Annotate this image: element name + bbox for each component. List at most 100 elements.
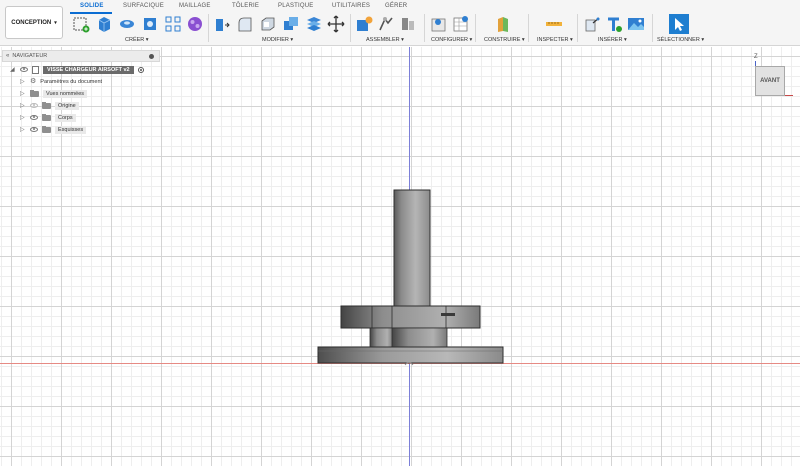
tree-item-vues-nommees[interactable]: ▷ Vues nommées (20, 88, 88, 99)
tree-item-corps[interactable]: ▷ Corps (20, 112, 76, 123)
flange (340, 305, 481, 348)
visibility-eye-icon[interactable] (20, 67, 28, 72)
expand-triangle-icon[interactable]: ▷ (20, 114, 26, 121)
visibility-eye-icon[interactable] (30, 115, 38, 120)
group-label-inspecter[interactable]: INSPECTER ▾ (537, 37, 573, 43)
expand-triangle-icon[interactable]: ◢ (10, 66, 16, 73)
offset-plane-button[interactable] (494, 15, 512, 33)
measure-icon (546, 22, 562, 26)
workspace-label: CONCEPTION (11, 19, 52, 26)
tab-maillage[interactable]: MAILLAGE (179, 3, 211, 9)
configure-table-button[interactable] (452, 15, 470, 33)
group-label-creer[interactable]: CRÉER ▾ (125, 37, 149, 43)
pattern-button[interactable] (164, 15, 182, 33)
as-built-joint-button[interactable] (399, 15, 417, 33)
view-cube-face-front[interactable]: AVANT (755, 66, 785, 96)
tree-item-origine[interactable]: ▷ Origine (20, 100, 79, 111)
form-icon (188, 17, 202, 31)
configuration-table-icon (453, 16, 468, 32)
new-component-icon (357, 16, 373, 31)
document-name: VISSE CHARGEUR AIRSOFT v2 (43, 65, 134, 74)
text-icon (608, 17, 622, 32)
tab-surfacique[interactable]: SURFACIQUE (123, 3, 164, 9)
tab-solide[interactable]: SOLIDE (80, 3, 104, 9)
plane-icon (498, 17, 508, 32)
workspace-switcher-button[interactable]: CONCEPTION ▾ (5, 6, 63, 39)
chevron-down-icon: ▾ (54, 19, 57, 26)
divider (208, 14, 209, 42)
press-pull-button[interactable] (213, 15, 231, 33)
extrude-button[interactable] (95, 15, 113, 33)
insert-derive-icon (585, 17, 600, 32)
group-label-construire[interactable]: CONSTRUIRE ▾ (484, 37, 525, 43)
tab-tolerie[interactable]: TÔLERIE (232, 3, 259, 9)
tab-plastique[interactable]: PLASTIQUE (278, 3, 313, 9)
group-label-inserer[interactable]: INSÉRER ▾ (598, 37, 627, 43)
group-label-selectionner[interactable]: SÉLECTIONNER ▾ (657, 37, 704, 43)
select-button[interactable] (669, 14, 689, 34)
shell-icon (261, 17, 275, 31)
tree-item-label: Corps (55, 113, 76, 122)
revolve-icon (120, 20, 134, 28)
base-disc (317, 346, 504, 364)
fillet-button[interactable] (236, 15, 254, 33)
insert-derive-button[interactable] (583, 15, 601, 33)
folder-icon (42, 113, 51, 121)
group-label-modifier[interactable]: MODIFIER ▾ (262, 37, 293, 43)
expand-triangle-icon[interactable]: ▷ (20, 90, 26, 97)
group-label-configurer[interactable]: CONFIGURER ▾ (431, 37, 472, 43)
folder-icon (30, 89, 39, 97)
tree-item-esquisses[interactable]: ▷ Esquisses (20, 124, 87, 135)
toolbar: CONCEPTION ▾ SOLIDE SURFACIQUE MAILLAGE … (0, 0, 800, 46)
insert-text-button[interactable] (605, 15, 623, 33)
replace-face-button[interactable] (305, 15, 323, 33)
new-component-button[interactable] (355, 15, 373, 33)
tree-item-label: Esquisses (55, 125, 87, 134)
divider (577, 14, 578, 42)
tree-item-parametres[interactable]: ▷ ⚙ Paramètres du document (20, 76, 102, 87)
combine-button[interactable] (282, 15, 300, 33)
z-axis-label: Z (754, 54, 758, 60)
create-form-button[interactable] (186, 15, 204, 33)
x-axis-indicator (785, 95, 793, 96)
visibility-eye-icon[interactable] (30, 127, 38, 132)
move-icon (327, 15, 345, 33)
joint-button[interactable] (377, 15, 395, 33)
move-copy-button[interactable] (327, 15, 345, 33)
change-parameters-button[interactable] (430, 15, 448, 33)
measure-button[interactable] (545, 15, 563, 33)
insert-canvas-button[interactable] (627, 15, 645, 33)
tab-gerer[interactable]: GÉRER (385, 3, 407, 9)
cursor-icon (675, 18, 684, 31)
tab-utilitaires[interactable]: UTILITAIRES (332, 3, 370, 9)
visibility-eye-icon[interactable] (30, 103, 38, 108)
expand-triangle-icon[interactable]: ▷ (20, 78, 26, 85)
collapse-icon[interactable]: « (6, 53, 9, 59)
fillet-icon (238, 17, 252, 32)
active-radio-icon[interactable] (137, 66, 144, 73)
folder-icon (42, 101, 51, 109)
view-cube[interactable]: Z AVANT (752, 54, 796, 104)
joint-icon (379, 17, 393, 31)
hole-button[interactable] (141, 15, 159, 33)
create-sketch-button[interactable] (72, 15, 90, 33)
extrude-icon (98, 17, 111, 32)
panel-options-icon[interactable] (149, 53, 154, 59)
tree-item-label: Vues nommées (43, 89, 88, 98)
folder-icon (42, 125, 51, 133)
image-icon (628, 18, 644, 30)
divider (424, 14, 425, 42)
shell-button[interactable] (259, 15, 277, 33)
expand-triangle-icon[interactable]: ▷ (20, 126, 26, 133)
expand-triangle-icon[interactable]: ▷ (20, 102, 26, 109)
revolve-button[interactable] (118, 15, 136, 33)
press-pull-icon (216, 19, 230, 31)
active-tab-indicator (70, 12, 112, 14)
tree-root-document[interactable]: ◢ VISSE CHARGEUR AIRSOFT v2 (10, 64, 144, 75)
gear-icon: ⚙ (30, 78, 37, 85)
tree-item-label: Paramètres du document (40, 78, 103, 85)
divider (350, 14, 351, 42)
as-built-joint-icon (402, 18, 414, 30)
group-label-assembler[interactable]: ASSEMBLER ▾ (366, 37, 404, 43)
shaft (393, 189, 431, 308)
